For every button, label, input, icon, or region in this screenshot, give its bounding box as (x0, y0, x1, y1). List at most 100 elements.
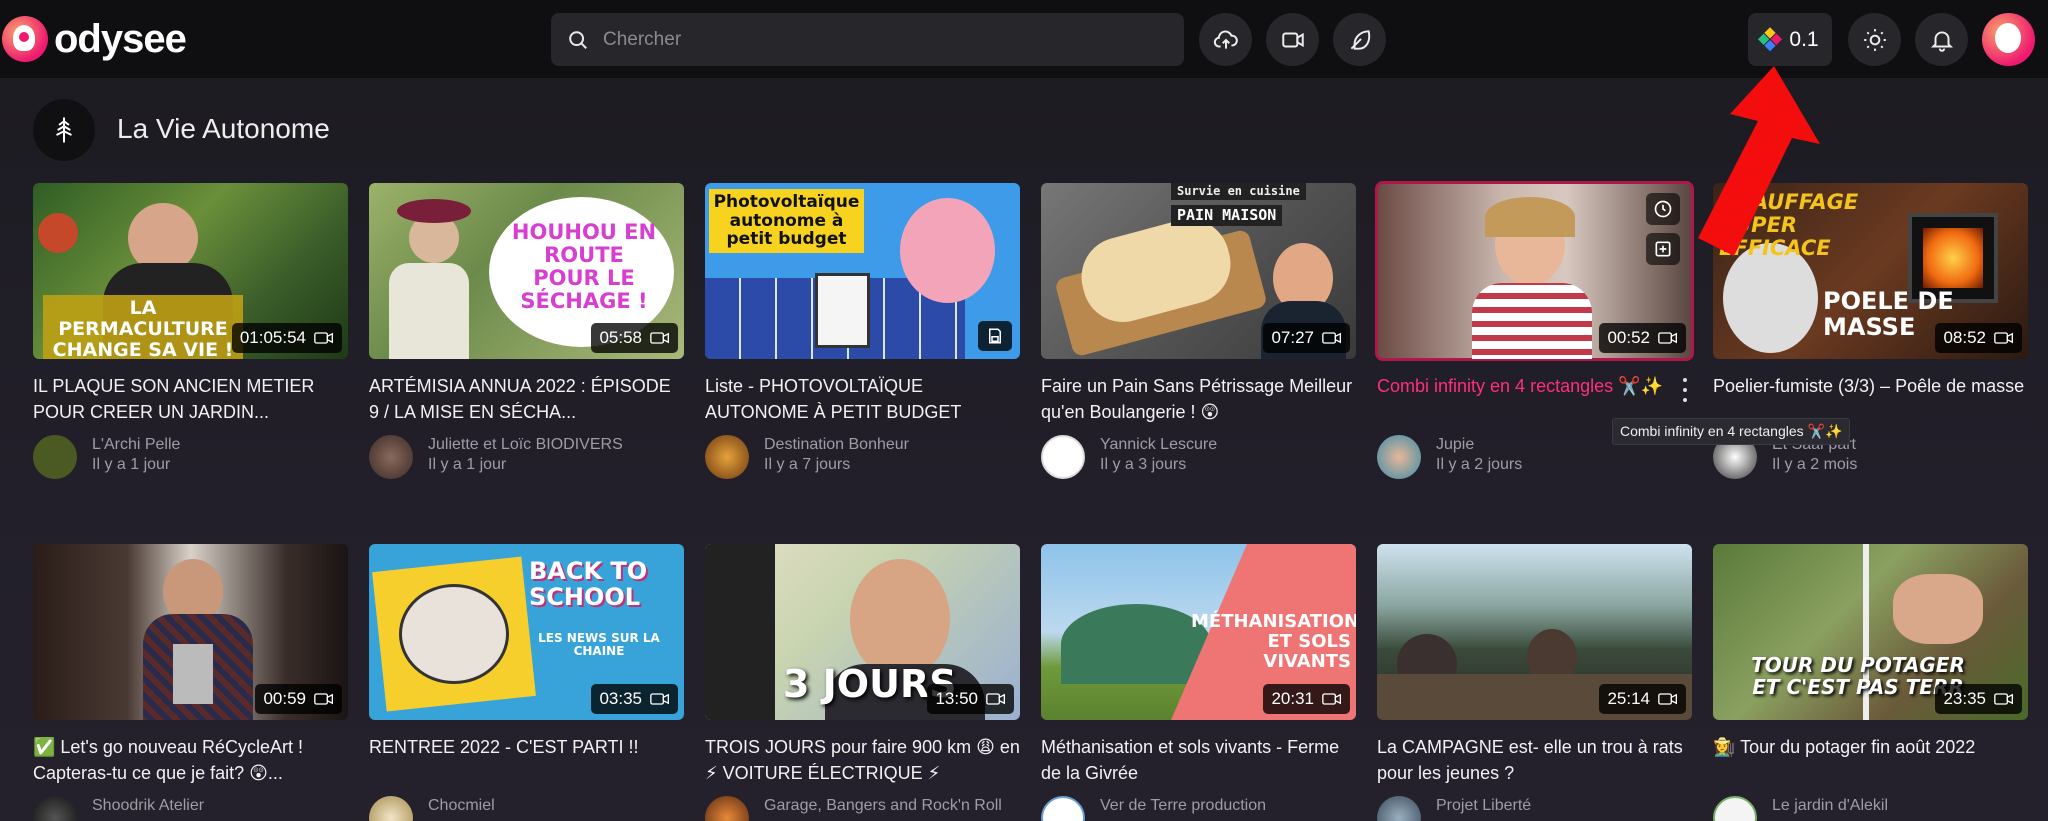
channel-name[interactable]: Destination Bonheur (764, 435, 909, 455)
channel-name[interactable]: Jupie (1436, 435, 1522, 455)
channel-avatar[interactable] (705, 435, 749, 479)
video-icon (1658, 693, 1677, 705)
channel-avatar[interactable] (1041, 796, 1085, 821)
red-arrow-annotation (1698, 66, 1820, 256)
video-thumbnail[interactable]: 3 JOURS 13:50 (705, 544, 1020, 720)
thumbnail-caption: PAIN MAISON (1171, 205, 1283, 226)
video-title[interactable]: Faire un Pain Sans Pétrissage Meilleur q… (1041, 373, 1356, 425)
video-card[interactable]: 25:14 La CAMPAGNE est- elle un trou à ra… (1377, 544, 1692, 821)
channel-name[interactable]: Yannick Lescure (1100, 435, 1217, 455)
channel-avatar[interactable] (369, 796, 413, 821)
video-title[interactable]: Liste - PHOTOVOLTAÏQUE AUTONOME À PETIT … (705, 373, 1020, 425)
video-title[interactable]: TROIS JOURS pour faire 900 km 😩 en ⚡ VOI… (705, 734, 1020, 786)
video-card[interactable]: Photovoltaïque autonome à petit budget L… (705, 183, 1020, 479)
video-icon (1322, 332, 1341, 344)
video-card[interactable]: 3 JOURS 13:50 TROIS JOURS pour faire 900… (705, 544, 1020, 821)
search-bar[interactable] (551, 13, 1184, 66)
channel-name[interactable]: Garage, Bangers and Rock'n Roll (764, 796, 1002, 816)
video-meta: Garage, Bangers and Rock'n Roll (705, 796, 1020, 821)
video-title[interactable]: RENTREE 2022 - C'EST PARTI !! (369, 734, 684, 786)
video-thumbnail[interactable]: 00:52 (1375, 181, 1694, 361)
theme-toggle-button[interactable] (1848, 13, 1901, 66)
video-icon (1658, 332, 1677, 344)
go-live-button[interactable] (1266, 13, 1319, 66)
video-card[interactable]: LA PERMACULTURE CHANGE SA VIE ! 01:05:54… (33, 183, 348, 479)
channel-name[interactable]: Shoodrik Atelier (92, 796, 204, 816)
odysee-logo[interactable]: odysee (2, 14, 187, 64)
duration-badge: 00:59 (255, 684, 342, 714)
more-options-button[interactable] (1680, 375, 1690, 405)
odysee-logo-icon (2, 16, 48, 62)
video-thumbnail[interactable]: Photovoltaïque autonome à petit budget (705, 183, 1020, 359)
video-icon (1322, 693, 1341, 705)
thumbnail-caption: Photovoltaïque autonome à petit budget (709, 189, 864, 254)
video-title[interactable]: ARTÉMISIA ANNUA 2022 : ÉPISODE 9 / LA MI… (369, 373, 684, 425)
video-card[interactable]: 00:59 ✅ Let's go nouveau RéCycleArt ! Ca… (33, 544, 348, 821)
video-icon (314, 332, 333, 344)
save-icon (989, 328, 1001, 344)
channel-avatar[interactable] (1041, 435, 1085, 479)
publish-date: Il y a 7 jours (764, 456, 851, 473)
channel-name[interactable]: Chocmiel (428, 796, 495, 816)
publish-date: Il y a 1 jour (92, 456, 171, 473)
video-thumbnail[interactable]: Survie en cuisine PAIN MAISON 07:27 (1041, 183, 1356, 359)
channel-avatar[interactable] (33, 435, 77, 479)
upload-icon (1213, 30, 1238, 49)
video-meta: Le jardin d'Alekil (1713, 796, 2028, 821)
sun-icon (1863, 28, 1886, 51)
duration-badge: 25:14 (1599, 684, 1686, 714)
video-thumbnail[interactable]: MÉTHANISATION ET SOLS VIVANTS 20:31 (1041, 544, 1356, 720)
video-thumbnail[interactable]: LA PERMACULTURE CHANGE SA VIE ! 01:05:54 (33, 183, 348, 359)
video-title[interactable]: ✅ Let's go nouveau RéCycleArt ! Capteras… (33, 734, 348, 786)
video-thumbnail[interactable]: 25:14 (1377, 544, 1692, 720)
notifications-button[interactable] (1915, 13, 1968, 66)
video-meta: Destination Bonheur Il y a 7 jours (705, 435, 1020, 479)
video-thumbnail[interactable]: BACK TO SCHOOL LES NEWS SUR LA CHAINE 03… (369, 544, 684, 720)
duration-badge: 00:52 (1599, 323, 1686, 353)
playlist-badge (978, 321, 1012, 351)
brand-name: odysee (54, 16, 187, 61)
channel-avatar[interactable] (1713, 796, 1757, 821)
channel-avatar[interactable] (705, 796, 749, 821)
wallet-balance[interactable]: 0.1 (1748, 13, 1832, 66)
camera-icon (1281, 32, 1304, 47)
video-title[interactable]: 👩‍🌾 Tour du potager fin août 2022 (1713, 734, 2028, 786)
video-thumbnail[interactable]: HOUHOU EN ROUTE POUR LE SÉCHAGE ! 05:58 (369, 183, 684, 359)
channel-avatar[interactable] (33, 796, 77, 821)
publish-date: Il y a 1 jour (428, 456, 507, 473)
thumbnail-subcaption: LES NEWS SUR LA CHAINE (538, 631, 660, 659)
video-card[interactable]: MÉTHANISATION ET SOLS VIVANTS 20:31 Méth… (1041, 544, 1356, 821)
channel-name[interactable]: L'Archi Pelle (92, 435, 180, 455)
video-card[interactable]: HOUHOU EN ROUTE POUR LE SÉCHAGE ! 05:58 … (369, 183, 684, 479)
video-thumbnail[interactable]: 00:59 (33, 544, 348, 720)
video-title[interactable]: La CAMPAGNE est- elle un trou à rats pou… (1377, 734, 1692, 786)
duration-badge: 03:35 (591, 684, 678, 714)
channel-name[interactable]: Le jardin d'Alekil (1772, 796, 1888, 816)
video-card[interactable]: Survie en cuisine PAIN MAISON 07:27 Fair… (1041, 183, 1356, 479)
video-thumbnail[interactable]: TOUR DU POTAGER ET C'EST PAS TERR 23:35 (1713, 544, 2028, 720)
user-avatar-button[interactable] (1982, 13, 2035, 66)
watch-later-button[interactable] (1646, 193, 1680, 225)
bell-icon (1930, 30, 1953, 52)
publish-date: Il y a 2 mois (1772, 456, 1858, 473)
channel-avatar[interactable] (369, 435, 413, 479)
post-button[interactable] (1333, 13, 1386, 66)
video-title[interactable]: Méthanisation et sols vivants - Ferme de… (1041, 734, 1356, 786)
video-meta: L'Archi Pelle Il y a 1 jour (33, 435, 348, 479)
channel-name[interactable]: Projet Liberté (1436, 796, 1531, 816)
publish-date: Il y a 2 jours (1436, 456, 1523, 473)
title-tooltip: Combi infinity en 4 rectangles ✂️✨ (1612, 418, 1851, 445)
video-title[interactable]: IL PLAQUE SON ANCIEN METIER POUR CREER U… (33, 373, 348, 425)
channel-avatar[interactable] (1377, 435, 1421, 479)
channel-avatar[interactable] (33, 99, 95, 161)
video-card[interactable]: BACK TO SCHOOL LES NEWS SUR LA CHAINE 03… (369, 544, 684, 821)
channel-name[interactable]: Juliette et Loïc BIODIVERS (428, 435, 623, 455)
search-input[interactable] (603, 28, 1163, 51)
video-meta: Ver de Terre production (1041, 796, 1356, 821)
publish-date: Il y a 3 jours (1100, 456, 1187, 473)
upload-button[interactable] (1199, 13, 1252, 66)
channel-name[interactable]: Ver de Terre production (1100, 796, 1266, 816)
channel-avatar[interactable] (1377, 796, 1421, 821)
video-card[interactable]: TOUR DU POTAGER ET C'EST PAS TERR 23:35 … (1713, 544, 2028, 821)
add-to-playlist-button[interactable] (1646, 233, 1680, 265)
